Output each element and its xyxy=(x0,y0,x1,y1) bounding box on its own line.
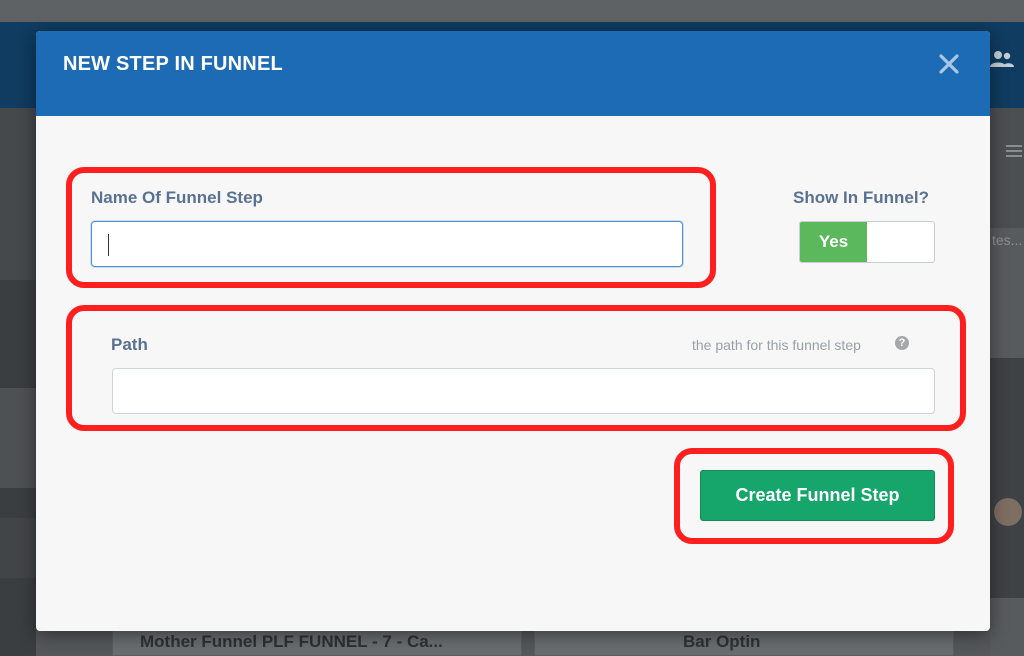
help-icon[interactable]: ? xyxy=(895,336,909,350)
modal-title: NEW STEP IN FUNNEL xyxy=(63,53,283,75)
background-card-label: Mother Funnel PLF FUNNEL - 7 - Ca... xyxy=(140,632,443,651)
path-field-label: Path xyxy=(111,335,148,354)
path-hint: the path for this funnel step xyxy=(692,337,861,353)
sidebar-block xyxy=(0,518,36,578)
background-card-label: Bar Optin xyxy=(683,632,761,651)
close-icon[interactable] xyxy=(934,49,964,79)
path-field[interactable] xyxy=(112,368,935,414)
toggle-yes-state: Yes xyxy=(800,222,867,262)
text-caret xyxy=(108,234,109,256)
browser-strip xyxy=(0,0,1024,30)
app-right-column xyxy=(990,108,1024,656)
create-funnel-step-button[interactable]: Create Funnel Step xyxy=(700,470,935,521)
new-step-modal: NEW STEP IN FUNNEL Name Of Funnel Step S… xyxy=(36,31,990,631)
sidebar-block xyxy=(0,388,36,488)
show-in-funnel-toggle[interactable]: Yes xyxy=(799,221,935,263)
show-in-funnel-label: Show In Funnel? xyxy=(793,188,929,207)
name-field[interactable] xyxy=(91,221,683,267)
app-sidebar xyxy=(0,108,36,656)
hamburger-icon xyxy=(1006,145,1022,157)
avatar xyxy=(994,498,1022,526)
modal-header: NEW STEP IN FUNNEL xyxy=(36,31,990,116)
sidebar-block xyxy=(0,108,36,280)
background-side-text: tes... xyxy=(992,232,1023,248)
right-block xyxy=(990,358,1024,598)
users-icon xyxy=(990,50,1014,72)
name-field-label: Name Of Funnel Step xyxy=(91,188,263,207)
right-block xyxy=(990,108,1024,228)
